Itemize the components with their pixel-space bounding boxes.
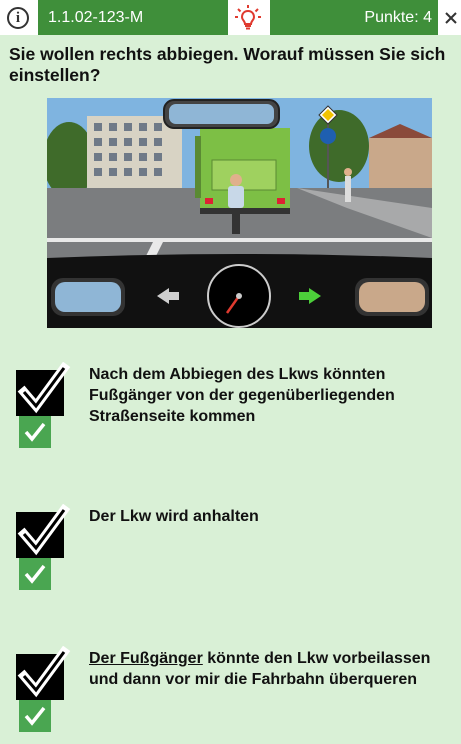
answer-option-2[interactable]: Der Lkw wird anhalten <box>14 504 454 599</box>
correct-check-icon <box>19 700 51 732</box>
question-text: Sie wollen rechts abbiegen. Worauf müsse… <box>9 44 446 85</box>
info-button[interactable]: i <box>4 4 32 32</box>
glossary-link[interactable]: Der Fußgänger <box>89 650 203 667</box>
lightbulb-icon <box>235 5 261 30</box>
answer-text: Nach dem Abbiegen des Lkws könnten Fußgä… <box>89 366 395 425</box>
answer-text: Der Fußgänger könnte den Lkw vorbeilasse… <box>89 648 449 690</box>
correct-check-icon <box>19 558 51 590</box>
close-icon <box>445 11 457 24</box>
hint-button[interactable] <box>232 2 264 34</box>
checkbox-checked-icon[interactable] <box>14 362 76 424</box>
traffic-scene-image <box>47 98 432 328</box>
close-button[interactable] <box>441 0 461 35</box>
answer-option-1[interactable]: Nach dem Abbiegen des Lkws könnten Fußgä… <box>14 362 454 457</box>
info-icon: i <box>7 7 29 29</box>
top-bar: i 1.1.02-123-M Punkte: 4 <box>0 0 461 35</box>
question-id: 1.1.02-123-M <box>38 0 228 35</box>
answer-text: Der Lkw wird anhalten <box>89 508 259 525</box>
checkbox-checked-icon[interactable] <box>14 646 76 708</box>
correct-check-icon <box>19 416 51 448</box>
points-label: Punkte: 4 <box>270 0 438 35</box>
answer-option-3[interactable]: Der Fußgänger könnte den Lkw vorbeilasse… <box>14 646 454 741</box>
traffic-scene-illustration <box>47 98 432 328</box>
checkbox-checked-icon[interactable] <box>14 504 76 566</box>
